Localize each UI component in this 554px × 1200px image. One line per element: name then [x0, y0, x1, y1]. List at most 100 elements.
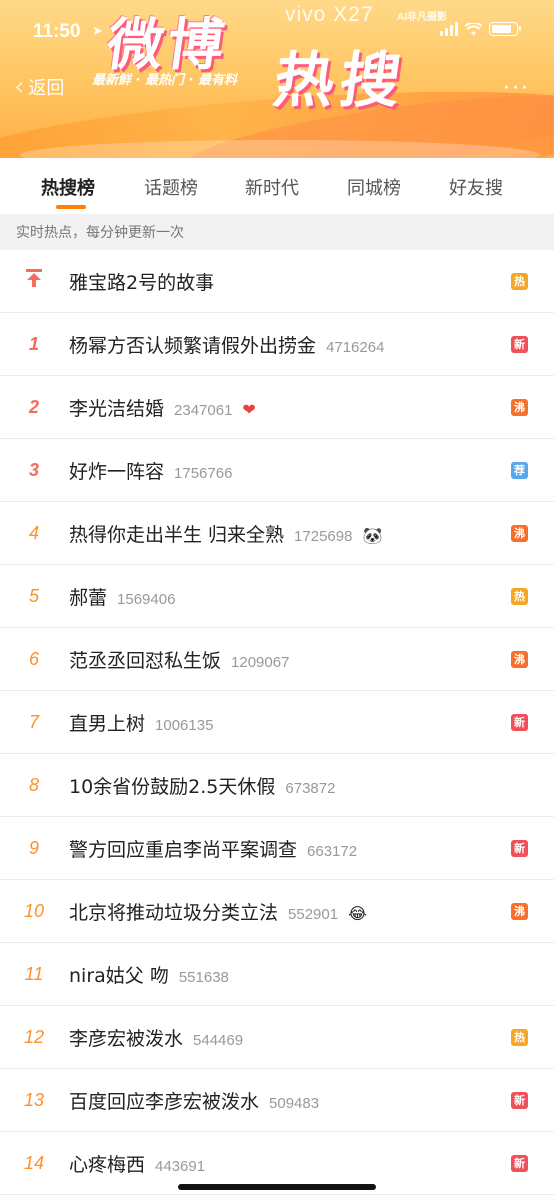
topic-title: 10余省份鼓励2.5天休假	[69, 775, 276, 798]
rank-number: 13	[24, 1089, 45, 1110]
search-count: 4716264	[326, 338, 385, 356]
tab-topics[interactable]: 话题榜	[144, 174, 198, 200]
topic-entry: 百度回应李彦宏被泼水 509483	[69, 1087, 319, 1114]
topic-entry: 直男上树 1006135	[69, 709, 213, 736]
status-badge: 沸	[511, 398, 528, 416]
active-tab-indicator	[56, 205, 86, 209]
back-button[interactable]: ‹ 返回	[14, 74, 64, 100]
topic-title: 热得你走出半生 归来全熟	[69, 523, 285, 546]
search-count: 2347061	[174, 401, 233, 419]
list-item[interactable]: 3 好炸一阵容 1756766 荐	[0, 439, 554, 502]
list-item[interactable]: 13 百度回应李彦宏被泼水 509483 新	[0, 1069, 554, 1132]
rank-number: 8	[28, 774, 39, 795]
topic-title: 郝蕾	[69, 586, 108, 609]
chevron-left-icon: ‹	[14, 72, 25, 102]
search-count: 1006135	[155, 716, 214, 734]
emoji-icon: 😂	[348, 903, 367, 923]
topic-title: 雅宝路2号的故事	[69, 271, 215, 294]
wifi-icon	[465, 22, 482, 35]
topic-entry: 警方回应重启李尚平案调查 663172	[69, 835, 357, 862]
list-item[interactable]: 5 郝蕾 1569406 热	[0, 565, 554, 628]
topic-entry: 李光洁结婚 2347061 ❤	[69, 394, 256, 421]
rank-number: 7	[28, 711, 39, 732]
list-item[interactable]: 12 李彦宏被泼水 544469 热	[0, 1006, 554, 1069]
status-badge: 新	[511, 839, 528, 857]
home-indicator[interactable]	[178, 1184, 376, 1190]
search-count: 673872	[285, 779, 336, 797]
search-count: 544469	[193, 1031, 244, 1049]
rank-number: 14	[24, 1152, 45, 1173]
rank-number: 4	[28, 522, 39, 543]
status-badge: 新	[511, 1091, 528, 1109]
rank-number: 10	[24, 900, 45, 921]
rank-number: 2	[28, 396, 39, 417]
topic-entry: nira姑父 吻 551638	[69, 961, 229, 988]
topic-title: 李彦宏被泼水	[69, 1027, 184, 1050]
search-count: 1725698	[294, 527, 353, 545]
topic-entry: 心疼梅西 443691	[69, 1150, 205, 1177]
topic-title: 北京将推动垃圾分类立法	[69, 901, 279, 924]
more-options-button[interactable]: ···	[503, 76, 530, 101]
status-badge: 沸	[511, 524, 528, 542]
tab-local[interactable]: 同城榜	[347, 174, 401, 200]
topic-title: 百度回应李彦宏被泼水	[69, 1090, 260, 1113]
topic-entry: 热得你走出半生 归来全熟 1725698 🐼	[69, 520, 382, 547]
list-item[interactable]: 7 直男上树 1006135 新	[0, 691, 554, 754]
topic-title: 李光洁结婚	[69, 397, 165, 420]
list-item[interactable]: 8 10余省份鼓励2.5天休假 673872	[0, 754, 554, 817]
search-count: 443691	[155, 1157, 206, 1175]
topic-entry: 李彦宏被泼水 544469	[69, 1024, 243, 1051]
list-item[interactable]: 6 范丞丞回怼私生饭 1209067 沸	[0, 628, 554, 691]
search-count: 1209067	[231, 653, 290, 671]
status-time: 11:50	[33, 21, 81, 42]
banner-title-sub: 热搜	[269, 46, 412, 116]
tab-hot-search[interactable]: 热搜榜	[41, 174, 95, 200]
tab-new-era[interactable]: 新时代	[245, 174, 299, 200]
topic-title: 心疼梅西	[69, 1153, 146, 1176]
header-banner: 微博 热搜 最新鲜 · 最热门 · 最有料 11:50 ➤ vivo X27 A…	[0, 0, 554, 158]
list-item[interactable]: 1 杨幂方否认频繁请假外出捞金 4716264 新	[0, 313, 554, 376]
list-item[interactable]: 9 警方回应重启李尚平案调查 663172 新	[0, 817, 554, 880]
rank-number: 3	[28, 459, 39, 480]
status-badge: 沸	[511, 650, 528, 668]
status-badge: 新	[511, 335, 528, 353]
topic-title: 直男上树	[69, 712, 146, 735]
rank-number: 9	[28, 837, 39, 858]
topic-entry: 范丞丞回怼私生饭 1209067	[69, 646, 289, 673]
status-badge: 荐	[511, 461, 528, 479]
rank-number: 12	[24, 1026, 45, 1047]
back-label: 返回	[28, 78, 65, 99]
status-badge: 沸	[511, 902, 528, 920]
battery-icon	[489, 22, 521, 36]
status-icons	[440, 22, 521, 36]
search-count: 552901	[288, 905, 339, 923]
topic-entry: 杨幂方否认频繁请假外出捞金 4716264	[69, 331, 384, 358]
topic-entry: 郝蕾 1569406	[69, 583, 175, 610]
rank-number: 11	[24, 963, 44, 984]
list-item[interactable]: 2 李光洁结婚 2347061 ❤ 沸	[0, 376, 554, 439]
banner-slogan: 最新鲜 · 最热门 · 最有料	[92, 73, 237, 88]
rank-number: 5	[28, 585, 39, 606]
list-item[interactable]: 4 热得你走出半生 归来全熟 1725698 🐼 沸	[0, 502, 554, 565]
status-badge: 热	[511, 272, 528, 290]
list-item[interactable]: 雅宝路2号的故事 热	[0, 250, 554, 313]
topic-entry: 北京将推动垃圾分类立法 552901 😂	[69, 898, 367, 925]
topic-title: 范丞丞回怼私生饭	[69, 649, 222, 672]
status-badge: 新	[511, 713, 528, 731]
search-count: 1569406	[117, 590, 176, 608]
rank-number: 1	[28, 333, 39, 354]
topic-title: nira姑父 吻	[69, 964, 169, 987]
status-badge: 热	[511, 587, 528, 605]
status-badge: 热	[511, 1028, 528, 1046]
list-item[interactable]: 11 nira姑父 吻 551638	[0, 943, 554, 1006]
topic-title: 警方回应重启李尚平案调查	[69, 838, 298, 861]
topic-title: 好炸一阵容	[69, 460, 165, 483]
list-item[interactable]: 10 北京将推动垃圾分类立法 552901 😂 沸	[0, 880, 554, 943]
status-badge: 新	[511, 1154, 528, 1172]
topic-entry: 雅宝路2号的故事	[69, 268, 214, 295]
watermark-brand: vivo X27	[285, 3, 374, 26]
topic-entry: 10余省份鼓励2.5天休假 673872	[69, 772, 335, 799]
signal-icon	[440, 22, 458, 36]
emoji-icon: 🐼	[362, 525, 383, 545]
tab-friends-search[interactable]: 好友搜	[449, 174, 503, 200]
